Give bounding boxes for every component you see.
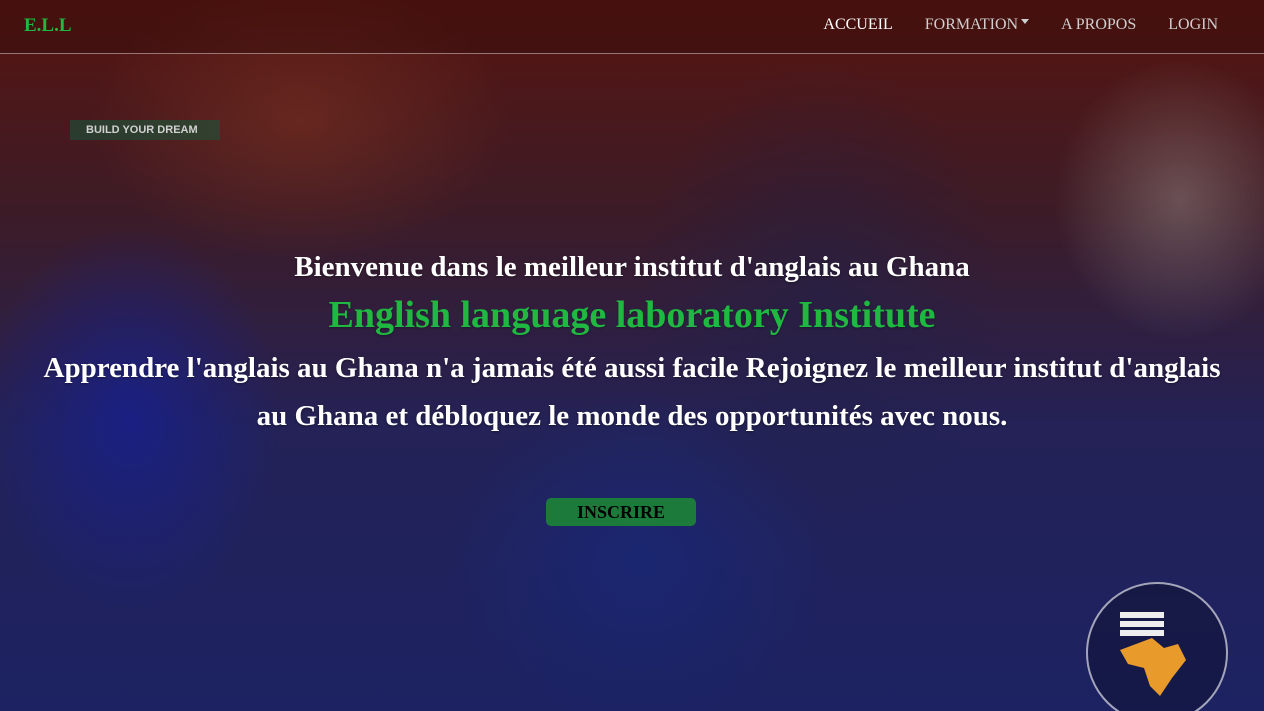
institute-seal-logo	[1086, 582, 1228, 711]
nav-item-formation-label: FORMATION	[924, 16, 1019, 33]
nav-item-a-propos[interactable]: A PROPOS	[1061, 16, 1136, 34]
hero-content: Bienvenue dans le meilleur institut d'an…	[0, 246, 1264, 440]
build-your-dream-text: BUILD YOUR DREAM	[86, 124, 198, 136]
nav-item-login[interactable]: LOGIN	[1168, 16, 1218, 34]
welcome-heading: Bienvenue dans le meilleur institut d'an…	[294, 251, 970, 283]
inscrire-button[interactable]: INSCRIRE	[546, 498, 696, 526]
nav-item-accueil[interactable]: ACCUEIL	[823, 16, 892, 34]
hero-section: BUILD YOUR DREAM E.L.L ACCUEIL FORMATION…	[0, 0, 1264, 711]
main-nav: ACCUEIL FORMATION A PROPOS LOGIN	[791, 16, 1218, 34]
nav-item-formation[interactable]: FORMATION	[924, 16, 1030, 34]
top-navbar: E.L.L ACCUEIL FORMATION A PROPOS LOGIN	[0, 0, 1264, 54]
caret-down-icon	[1021, 18, 1030, 24]
brand-logo-link[interactable]: E.L.L	[24, 15, 72, 37]
build-your-dream-banner: BUILD YOUR DREAM	[70, 120, 220, 140]
hero-tagline: Apprendre l'anglais au Ghana n'a jamais …	[43, 352, 1221, 432]
institute-title: English language laboratory Institute	[328, 294, 936, 336]
